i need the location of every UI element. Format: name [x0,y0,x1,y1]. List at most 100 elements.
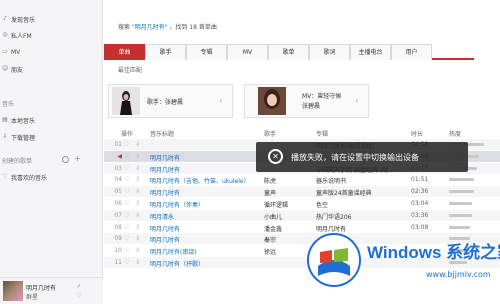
row-number: 07 [114,211,122,219]
row-actions[interactable]: ♡ ⇩ [124,141,142,148]
row-number: 06 [114,200,122,207]
sidebar-item-label: 私人FM [11,32,32,40]
download-icon: ⇩ [2,133,8,140]
song-title[interactable]: 明月几时有（伴奏） [150,200,260,209]
sidebar-item-fm[interactable]: ◎ 私人FM [0,28,103,42]
search-prefix: 搜索 [118,24,131,31]
song-singer[interactable]: 循环逻辑 [264,200,314,209]
song-title[interactable]: 明月几时有（吉他、竹笛、ukulele） [150,176,260,185]
now-playing-song: 明月几时有 [26,285,57,292]
song-singer[interactable]: 童声 [264,188,314,197]
row-actions[interactable]: ♡ ⇩ [124,247,142,254]
song-singer[interactable]: 小曲儿 [264,212,314,221]
col-ops: 操作 [121,131,134,138]
song-singer[interactable]: 陈虎 [264,176,314,185]
song-duration: 01:51 [411,176,429,184]
gear-icon[interactable] [62,156,69,163]
tab-albums[interactable]: 专辑 [186,44,227,60]
table-row[interactable]: 05 ♡ ⇩ 明月几时有 童声 童声版24首童谣经典 02:36 [104,186,500,198]
song-title[interactable]: 明月几时有（抒歌） [150,259,260,268]
close-circle-icon: ✕ [268,149,283,164]
sidebar-item-local-music[interactable]: ▤ 本地音乐 [0,113,103,127]
music-icon: ♪ [3,15,7,22]
now-playing-artist: 群星 [26,294,39,301]
sidebar-item-downloads[interactable]: ⇩ 下载管理 [0,130,103,144]
col-heat[interactable]: 热度 [449,129,461,138]
heat-bar [449,190,475,194]
row-actions[interactable]: ♡ ⇩ [124,212,142,219]
sidebar-item-label: 下载管理 [11,134,36,142]
row-actions[interactable]: ♡ ⇩ [124,224,142,231]
sidebar-item-label: 本地音乐 [11,117,36,125]
like-icon[interactable]: ♡ [76,292,81,299]
row-actions[interactable]: ♡ ⇩ [124,235,142,242]
song-title[interactable]: 明月清永 [150,212,260,221]
song-title[interactable]: 明月几时有 [150,224,260,233]
col-duration[interactable]: 时长 [411,129,423,138]
best-match-mv-card[interactable]: MV：曾轻守候 张碧晨 › [244,84,369,118]
song-album[interactable]: 色空 [316,200,408,209]
watermark-site: www.bjjmlv.com [426,270,491,279]
song-duration: 02:36 [411,188,429,196]
sidebar-item-friends[interactable]: ☺ 朋友 [0,62,103,76]
add-playlist-icon[interactable]: + [74,155,81,163]
singer-card-label: 歌手：张碧晨 [147,99,184,106]
tab-playlists[interactable]: 歌单 [268,44,309,60]
heat-bar [449,178,475,182]
song-duration: 03:04 [411,200,429,207]
search-summary: 搜索 "明月几时有" ，找到 18 首单曲 [118,22,217,31]
song-album[interactable]: 童声版24首童谣经典 [316,188,408,197]
song-album[interactable]: 热门华语206 [316,212,408,221]
col-album[interactable]: 专辑 [316,129,328,138]
sidebar-section-playlists: 创建的歌单 [2,158,33,165]
table-row[interactable]: 07 ♡ ⇩ 明月清永 小曲儿 热门华语206 03:36 [104,209,500,221]
col-title[interactable]: 音乐标题 [150,129,174,138]
row-actions[interactable]: ♡ ⇩ [124,153,142,160]
tab-users[interactable]: 用户 [391,44,432,60]
song-title[interactable]: 明月几时有 [150,188,260,197]
sidebar-item-label: 我喜欢的音乐 [11,174,48,182]
tab-radio[interactable]: 主播电台 [350,44,391,60]
table-row[interactable]: 06 ♡ ⇩ 明月几时有（伴奏） 循环逻辑 色空 03:04 [104,198,500,209]
singer-photo [112,87,140,115]
row-actions[interactable]: ♡ ⇩ [124,165,142,172]
row-number: 01 [114,141,122,148]
sidebar: ♪ 发现音乐 ◎ 私人FM ▭ MV ☺ 朋友 音乐 ▤ 本地音乐 ⇩ 下载管理… [0,0,103,304]
search-count: ，找到 18 首单曲 [169,24,217,31]
song-title[interactable]: 明月几时有 [150,153,260,162]
best-match-singer-card[interactable]: 歌手：张碧晨 › [108,84,233,118]
tab-songs[interactable]: 单曲 [104,44,145,60]
error-toast: ✕ 播放失败，请在设置中切换输出设备 [256,142,468,172]
row-actions[interactable]: ♡ ⇩ [124,176,142,183]
table-row[interactable]: 04 ♡ ⇩ 明月几时有（吉他、竹笛、ukulele） 陈虎 器乐说明书 01:51 [104,174,500,185]
mv-thumbnail [258,87,286,115]
heart-icon: ♡ [2,173,8,180]
best-match-label: 最佳匹配 [118,67,143,74]
row-actions[interactable]: ♡ ⇩ [124,188,142,195]
sidebar-item-discover[interactable]: ♪ 发现音乐 [0,12,103,26]
mv-card-title: MV：曾轻守候 [302,93,342,100]
chevron-right-icon: › [355,96,359,105]
song-title[interactable]: 明月几时有 [150,165,260,174]
heat-bar [449,213,472,217]
sidebar-item-label: 发现音乐 [11,16,36,24]
row-actions[interactable]: ♡ ⇩ [124,200,142,207]
sidebar-item-mv[interactable]: ▭ MV [0,45,103,59]
tab-mv[interactable]: MV [227,44,268,60]
tab-lyrics[interactable]: 歌词 [309,44,350,60]
song-title[interactable]: 明月几时有 [150,235,260,244]
sidebar-item-liked[interactable]: ♡ 我喜欢的音乐 [0,170,103,184]
row-actions[interactable]: ♡ ⇩ [124,259,142,266]
col-singer[interactable]: 歌手 [264,129,276,138]
album-cover[interactable] [3,281,23,301]
toast-message: 播放失败，请在设置中切换输出设备 [291,153,419,162]
share-icon[interactable]: ↗ [76,283,81,290]
search-keyword: "明月几时有" [131,24,168,31]
now-playing-bar[interactable]: 明月几时有 群星 ↗ ♡ [0,277,103,304]
song-title[interactable]: 明月几时有(串烧) [150,247,260,256]
friends-icon: ☺ [2,65,9,72]
tab-singers[interactable]: 歌手 [145,44,186,60]
local-music-icon: ▤ [2,116,8,123]
song-album[interactable]: 器乐说明书 [316,176,408,185]
radio-icon: ◎ [2,31,8,38]
